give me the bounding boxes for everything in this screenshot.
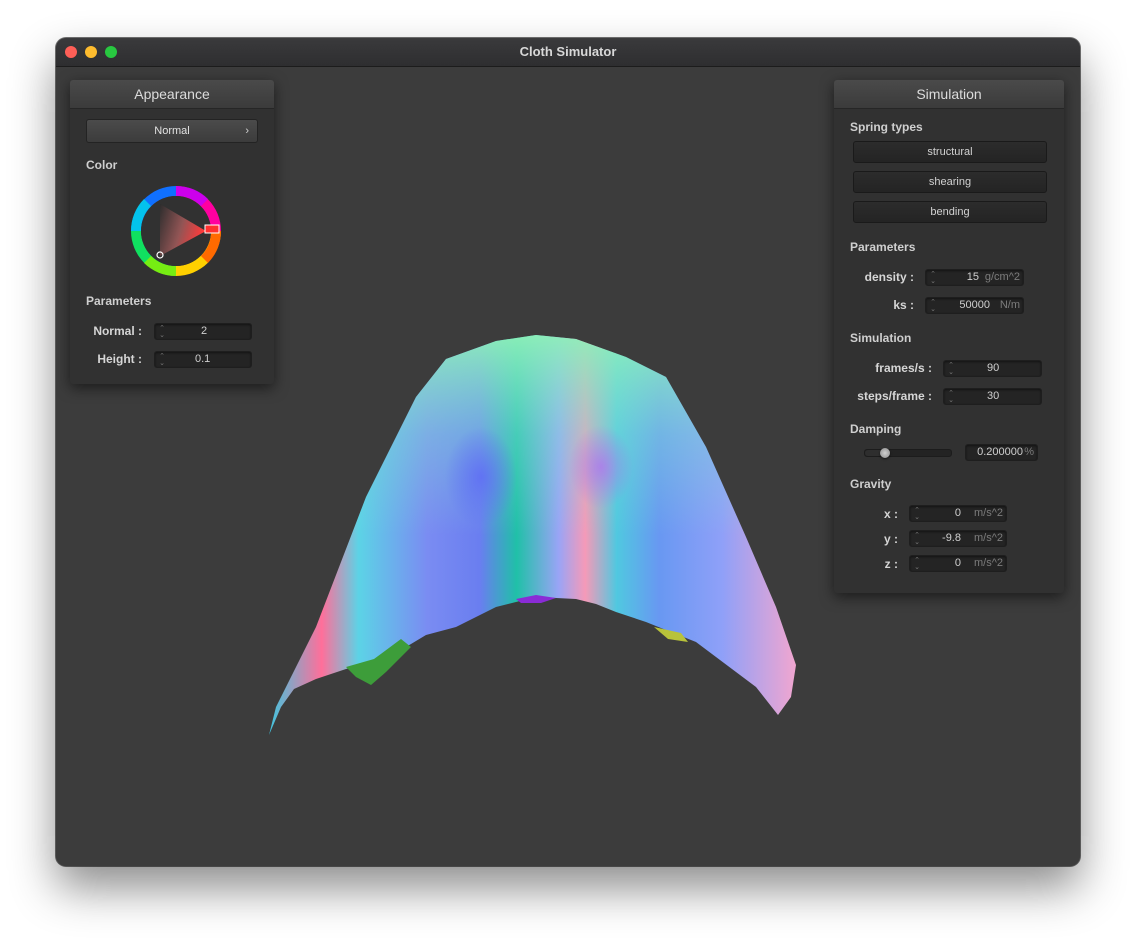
stepper-icon[interactable]: ⌃ ⌄ xyxy=(913,507,921,521)
fps-input-value: 90 xyxy=(987,362,1000,374)
appearance-panel: Appearance Normal › Color Parameters Nor… xyxy=(70,80,274,384)
simulation-section-label: Simulation xyxy=(850,331,912,345)
density-unit: g/cm^2 xyxy=(984,271,1020,283)
stepper-icon[interactable]: ⌃ ⌄ xyxy=(929,299,937,313)
chevron-right-icon: › xyxy=(245,125,249,137)
damping-input[interactable]: 0.200000 % xyxy=(965,444,1038,461)
gravity-z-value: 0 xyxy=(954,557,961,569)
color-label: Color xyxy=(86,158,118,172)
stepper-icon[interactable]: ⌃ ⌄ xyxy=(158,325,166,339)
simulation-panel: Simulation Spring types structural shear… xyxy=(834,80,1064,593)
damping-input-value: 0.200000 xyxy=(977,446,1023,458)
gravity-x-input[interactable]: ⌃ ⌄ 0 m/s^2 xyxy=(909,505,1007,522)
app-window: Cloth Simulator Appearance Normal › Colo… xyxy=(56,38,1080,866)
damping-label: Damping xyxy=(850,422,902,436)
density-input-value: 15 xyxy=(966,271,979,283)
simulation-parameters-label: Parameters xyxy=(850,240,916,254)
shader-dropdown-value: Normal xyxy=(154,125,190,137)
ks-input-value: 50000 xyxy=(959,299,990,311)
stepper-icon[interactable]: ⌃ ⌄ xyxy=(913,532,921,546)
appearance-panel-title: Appearance xyxy=(70,80,274,109)
stepper-icon[interactable]: ⌃ ⌄ xyxy=(947,390,955,404)
density-label: density : xyxy=(864,270,914,284)
gravity-y-value: -9.8 xyxy=(942,532,961,544)
normal-input-value: 2 xyxy=(201,325,208,337)
render-viewport[interactable]: Appearance Normal › Color Parameters Nor… xyxy=(56,67,1080,866)
bending-toggle[interactable]: bending xyxy=(853,201,1047,223)
cloth-shade-right xyxy=(569,425,633,509)
simulation-panel-title: Simulation xyxy=(834,80,1064,109)
gravity-z-unit: m/s^2 xyxy=(974,557,1003,569)
stepper-icon[interactable]: ⌃ ⌄ xyxy=(913,557,921,571)
fps-label: frames/s : xyxy=(875,361,932,375)
stepper-icon[interactable]: ⌃ ⌄ xyxy=(929,271,937,285)
hue-handle[interactable] xyxy=(204,224,220,234)
fps-input[interactable]: ⌃ ⌄ 90 xyxy=(943,360,1042,377)
height-input[interactable]: ⌃ ⌄ 0.1 xyxy=(154,351,252,368)
gravity-z-input[interactable]: ⌃ ⌄ 0 m/s^2 xyxy=(909,555,1007,572)
gravity-y-unit: m/s^2 xyxy=(974,532,1003,544)
cloth-shade-left xyxy=(445,427,517,527)
gravity-x-unit: m/s^2 xyxy=(974,507,1003,519)
gravity-y-label: y : xyxy=(883,532,898,546)
damping-unit: % xyxy=(1024,446,1034,458)
stepper-icon[interactable]: ⌃ ⌄ xyxy=(947,362,955,376)
shader-dropdown[interactable]: Normal › xyxy=(86,119,258,143)
ks-label: ks : xyxy=(893,298,914,312)
gravity-x-value: 0 xyxy=(954,507,961,519)
gravity-x-label: x : xyxy=(883,507,898,521)
steps-input[interactable]: ⌃ ⌄ 30 xyxy=(943,388,1042,405)
stepper-icon[interactable]: ⌃ ⌄ xyxy=(158,353,166,367)
density-input[interactable]: ⌃ ⌄ 15 g/cm^2 xyxy=(925,269,1024,286)
gravity-label: Gravity xyxy=(850,477,892,491)
window-title: Cloth Simulator xyxy=(519,44,617,59)
cloth-highlight xyxy=(269,335,796,735)
damping-slider-thumb[interactable] xyxy=(880,448,890,458)
gravity-z-label: z : xyxy=(884,557,898,571)
color-wheel[interactable] xyxy=(129,184,223,278)
height-input-value: 0.1 xyxy=(195,353,211,365)
ks-unit: N/m xyxy=(999,299,1020,311)
steps-input-value: 30 xyxy=(987,390,1000,402)
ks-input[interactable]: ⌃ ⌄ 50000 N/m xyxy=(925,297,1024,314)
normal-label: Normal : xyxy=(93,324,142,338)
spring-types-label: Spring types xyxy=(850,120,923,134)
gravity-y-input[interactable]: ⌃ ⌄ -9.8 m/s^2 xyxy=(909,530,1007,547)
damping-slider-track[interactable] xyxy=(864,448,952,458)
appearance-parameters-label: Parameters xyxy=(86,294,152,308)
structural-toggle[interactable]: structural xyxy=(853,141,1047,163)
steps-label: steps/frame : xyxy=(857,389,932,403)
normal-input[interactable]: ⌃ ⌄ 2 xyxy=(154,323,252,340)
title-bar: Cloth Simulator xyxy=(56,38,1080,67)
height-label: Height : xyxy=(97,352,142,366)
shearing-toggle[interactable]: shearing xyxy=(853,171,1047,193)
